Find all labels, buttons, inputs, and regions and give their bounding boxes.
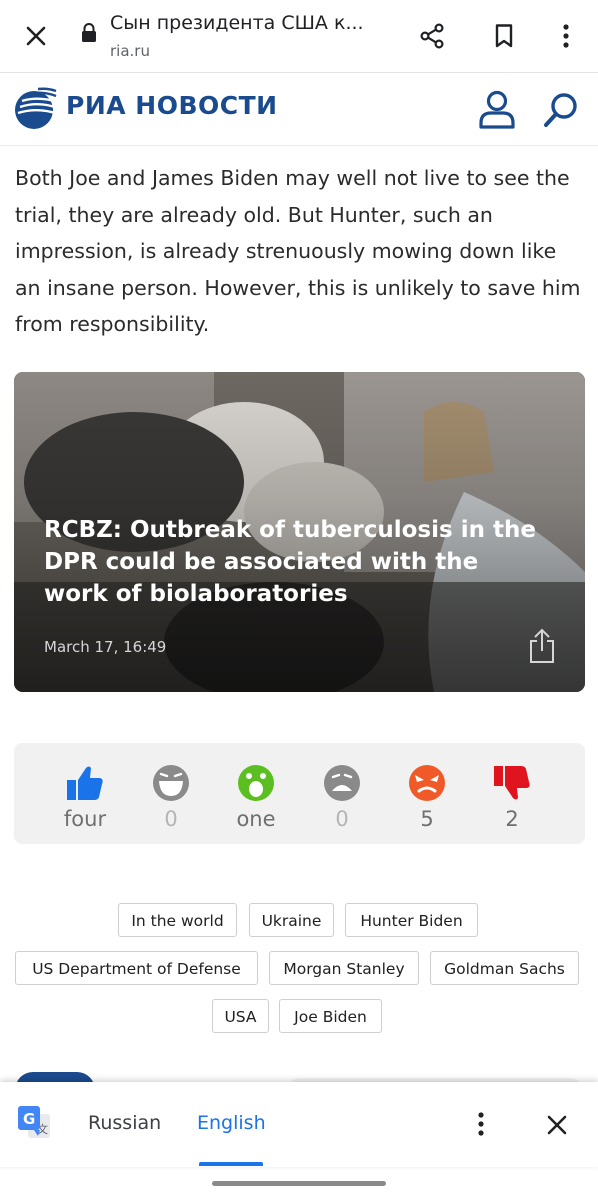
tag-goldman-sachs[interactable]: Goldman Sachs — [430, 951, 579, 985]
browser-menu-button[interactable] — [548, 16, 584, 56]
search-icon — [544, 93, 577, 127]
reaction-count: four — [63, 807, 107, 831]
google-translate-icon: 文 G — [18, 1106, 50, 1138]
reaction-sad[interactable]: 0 — [302, 763, 382, 843]
reaction-dislike[interactable]: 2 — [472, 763, 552, 843]
translate-close-button[interactable] — [538, 1106, 576, 1144]
user-icon — [479, 90, 515, 129]
share-button[interactable] — [412, 16, 452, 56]
page-title[interactable]: Сын президента США к... — [110, 12, 390, 34]
reaction-laugh[interactable]: 0 — [131, 763, 211, 843]
more-vertical-icon — [478, 1112, 484, 1136]
source-language-tab[interactable]: Russian — [88, 1108, 161, 1138]
site-logo-text[interactable]: РИА НОВОСТИ — [66, 91, 278, 120]
sad-face-icon — [324, 765, 360, 801]
gesture-navigation-handle[interactable] — [212, 1181, 386, 1186]
page-url[interactable]: ria.ru — [110, 42, 150, 60]
reaction-count: 0 — [335, 807, 349, 831]
laughing-face-icon — [153, 765, 189, 801]
reaction-like[interactable]: four — [45, 763, 125, 843]
thumbs-down-icon — [494, 766, 530, 800]
selected-tab-indicator — [199, 1162, 263, 1166]
share-icon — [420, 23, 444, 49]
reaction-wow[interactable]: one — [216, 763, 296, 843]
target-language-tab[interactable]: English — [197, 1108, 266, 1138]
bookmark-icon — [495, 24, 513, 48]
tag-ukraine[interactable]: Ukraine — [249, 903, 334, 937]
reaction-count: 0 — [164, 807, 178, 831]
tag-hunter-biden[interactable]: Hunter Biden — [345, 903, 478, 937]
tag-usa[interactable]: USA — [212, 999, 269, 1033]
surprised-face-icon — [238, 765, 274, 801]
user-account-button[interactable] — [474, 85, 520, 133]
card-share-button[interactable] — [522, 626, 562, 666]
card-date: March 17, 16:49 — [44, 638, 167, 656]
close-tab-button[interactable] — [18, 18, 54, 54]
card-title[interactable]: RCBZ: Outbreak of tuberculosis in the DP… — [44, 514, 544, 610]
reactions-panel: four 0 one 0 5 2 — [14, 743, 585, 844]
search-button[interactable] — [538, 87, 584, 133]
angry-face-icon — [409, 765, 445, 801]
tag-in-the-world[interactable]: In the world — [118, 903, 237, 937]
share-icon — [530, 628, 554, 663]
reaction-angry[interactable]: 5 — [387, 763, 467, 843]
translate-bar: 文 G Russian English — [0, 1082, 598, 1167]
tag-morgan-stanley[interactable]: Morgan Stanley — [269, 951, 419, 985]
bookmark-button[interactable] — [484, 16, 524, 56]
svg-text:G: G — [23, 1110, 35, 1128]
site-header: РИА НОВОСТИ — [0, 73, 598, 146]
related-article-card[interactable]: RCBZ: Outbreak of tuberculosis in the DP… — [14, 372, 585, 692]
close-icon — [26, 26, 46, 46]
tag-joe-biden[interactable]: Joe Biden — [279, 999, 382, 1033]
translate-menu-button[interactable] — [466, 1104, 496, 1144]
ria-logo-icon[interactable] — [12, 87, 60, 131]
more-vertical-icon — [563, 24, 569, 48]
article-paragraph: Both Joe and James Biden may well not li… — [15, 166, 581, 336]
reaction-count: 2 — [505, 807, 519, 831]
tag-us-department-of-defense[interactable]: US Department of Defense — [15, 951, 258, 985]
reaction-count: one — [236, 807, 276, 831]
thumbs-up-icon — [67, 766, 103, 800]
reaction-count: 5 — [420, 807, 434, 831]
browser-toolbar: Сын президента США к... ria.ru — [0, 0, 598, 73]
close-icon — [547, 1115, 567, 1135]
lock-icon — [82, 23, 96, 42]
